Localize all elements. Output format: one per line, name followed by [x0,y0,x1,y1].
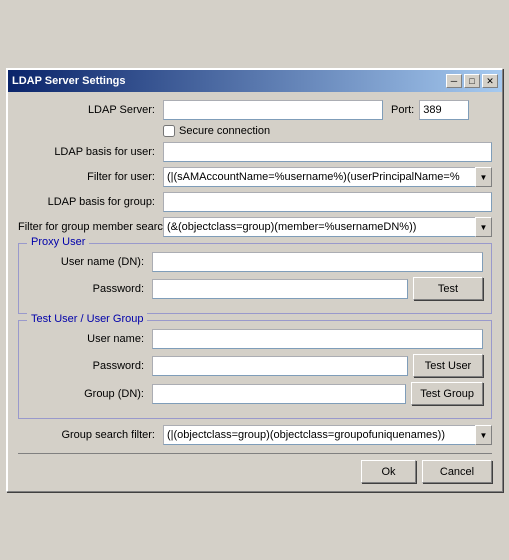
dropdown-icon3: ▼ [480,431,488,440]
test-user-button[interactable]: Test User [413,354,483,377]
secure-connection-checkbox[interactable] [163,125,175,137]
ldap-server-label: LDAP Server: [18,104,163,116]
group-search-filter-row: Group search filter: ▼ [18,425,492,445]
filter-group-dropdown-arrow[interactable]: ▼ [475,217,492,237]
ldap-basis-user-label: LDAP basis for user: [18,146,163,158]
test-group-row: Group (DN): Test Group [27,382,483,405]
test-user-title: Test User / User Group [27,313,147,325]
proxy-username-label: User name (DN): [27,256,152,268]
test-username-row: User name: [27,329,483,349]
ldap-basis-user-input[interactable] [163,142,492,162]
ldap-server-row: LDAP Server: Port: [18,100,492,120]
test-password-row: Password: Test User [27,354,483,377]
filter-user-row: Filter for user: ▼ [18,167,492,187]
secure-connection-row: Secure connection [18,125,492,137]
proxy-username-row: User name (DN): [27,252,483,272]
title-bar: LDAP Server Settings ─ □ ✕ [8,70,502,92]
dropdown-icon: ▼ [480,173,488,182]
test-password-label: Password: [27,360,152,372]
cancel-button[interactable]: Cancel [422,460,492,483]
test-username-label: User name: [27,333,152,345]
proxy-user-title: Proxy User [27,236,89,248]
ldap-server-input[interactable] [163,100,383,120]
test-password-input[interactable] [152,356,408,376]
port-input[interactable] [419,100,469,120]
proxy-password-label: Password: [27,283,152,295]
ldap-basis-user-row: LDAP basis for user: [18,142,492,162]
group-search-filter-label: Group search filter: [18,429,163,441]
proxy-password-input[interactable] [152,279,408,299]
filter-group-label: Filter for group member search: [18,221,163,233]
filter-user-dropdown-arrow[interactable]: ▼ [475,167,492,187]
window-title: LDAP Server Settings [12,75,126,87]
proxy-username-input[interactable] [152,252,483,272]
form-content: LDAP Server: Port: Secure connection LDA… [8,92,502,491]
dropdown-icon2: ▼ [480,223,488,232]
test-user-content: User name: Password: Test User Group (DN… [27,325,483,405]
filter-user-combo-wrapper: ▼ [163,167,492,187]
ldap-settings-window: LDAP Server Settings ─ □ ✕ LDAP Server: … [6,68,503,492]
test-username-input[interactable] [152,329,483,349]
proxy-password-row: Password: Test [27,277,483,300]
group-search-dropdown-arrow[interactable]: ▼ [475,425,492,445]
test-group-input[interactable] [152,384,406,404]
filter-user-input[interactable] [163,167,492,187]
ok-button[interactable]: Ok [361,460,416,483]
group-search-combo-wrapper: ▼ [163,425,492,445]
proxy-test-button[interactable]: Test [413,277,483,300]
proxy-user-content: User name (DN): Password: Test [27,248,483,300]
port-label: Port: [383,104,419,116]
filter-user-label: Filter for user: [18,171,163,183]
proxy-user-group: Proxy User User name (DN): Password: Tes… [18,243,492,314]
close-button[interactable]: ✕ [482,74,498,88]
filter-group-row: Filter for group member search: ▼ [18,217,492,237]
maximize-button[interactable]: □ [464,74,480,88]
test-user-group: Test User / User Group User name: Passwo… [18,320,492,419]
test-group-label: Group (DN): [27,388,152,400]
secure-connection-label[interactable]: Secure connection [179,125,270,137]
test-group-button[interactable]: Test Group [411,382,483,405]
ldap-basis-group-label: LDAP basis for group: [18,196,163,208]
group-search-filter-input[interactable] [163,425,492,445]
filter-group-input[interactable] [163,217,492,237]
ldap-basis-group-input[interactable] [163,192,492,212]
filter-group-combo-wrapper: ▼ [163,217,492,237]
footer-buttons: Ok Cancel [18,453,492,483]
minimize-button[interactable]: ─ [446,74,462,88]
title-bar-controls: ─ □ ✕ [446,74,498,88]
ldap-basis-group-row: LDAP basis for group: [18,192,492,212]
